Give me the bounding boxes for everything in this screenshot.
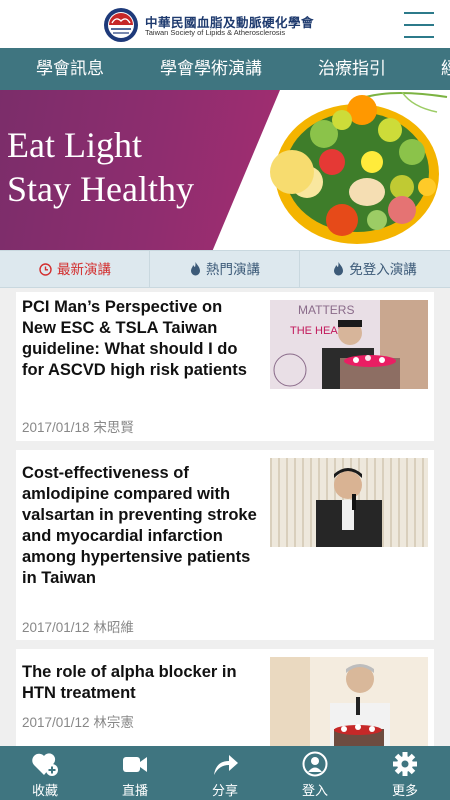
nav-item-news[interactable]: 學會訊息 — [36, 48, 104, 90]
article-thumbnail: MATTERS THE HEART — [270, 300, 428, 389]
article-card[interactable]: The role of alpha blocker in HTN treatme… — [16, 649, 434, 746]
bottom-tab-label: 收藏 — [31, 783, 58, 798]
bottom-tab-login[interactable]: 登入 — [270, 746, 360, 800]
nav-item-more[interactable]: 經 — [441, 48, 450, 90]
tab-latest-label: 最新演講 — [57, 262, 111, 277]
nav-item-guidelines[interactable]: 治療指引 — [318, 48, 386, 90]
flame-icon — [334, 262, 344, 276]
nav-item-lectures[interactable]: 學會學術演講 — [160, 48, 262, 90]
tab-free-access[interactable]: 免登入演講 — [300, 251, 450, 288]
tab-popular[interactable]: 熱門演講 — [150, 251, 300, 288]
bottom-tab-label: 分享 — [211, 783, 238, 798]
share-arrow-icon — [214, 755, 238, 775]
bottom-tab-bar: 收藏 直播 分享 登入 更多 — [0, 746, 450, 800]
user-icon — [302, 751, 328, 777]
article-card[interactable]: Cost-effectiveness of amlodipine compare… — [16, 450, 434, 640]
article-meta: 2017/01/12 林宗憲 — [22, 715, 134, 730]
article-title: PCI Man’s Perspective on New ESC & TSLA … — [22, 298, 247, 379]
article-card[interactable]: PCI Man’s Perspective on New ESC & TSLA … — [16, 292, 434, 441]
main-nav: 學會訊息 學會學術演講 治療指引 經 — [0, 48, 450, 90]
hamburger-menu-button[interactable] — [404, 12, 434, 38]
tab-popular-label: 熱門演講 — [206, 262, 260, 277]
bottom-tab-label: 直播 — [121, 783, 148, 798]
bottom-tab-favorites[interactable]: 收藏 — [0, 746, 90, 800]
gear-icon — [393, 752, 417, 776]
article-title: The role of alpha blocker in HTN treatme… — [22, 663, 237, 702]
article-thumbnail — [270, 657, 428, 746]
article-meta: 2017/01/12 林昭維 — [22, 620, 134, 635]
bottom-tab-share[interactable]: 分享 — [180, 746, 270, 800]
flame-icon — [191, 262, 200, 276]
article-meta: 2017/01/18 宋思賢 — [22, 420, 134, 435]
society-logo — [104, 8, 138, 42]
hamburger-icon — [404, 12, 434, 14]
org-name-en: Taiwan Society of Lipids & Atheroscleros… — [145, 28, 286, 37]
video-camera-icon — [123, 757, 147, 772]
banner-line-2: Stay Healthy — [7, 169, 194, 209]
tab-latest[interactable]: 最新演講 — [0, 251, 150, 288]
article-thumbnail — [270, 458, 428, 547]
lecture-tabs: 最新演講 熱門演講 免登入演講 — [0, 250, 450, 288]
clock-icon — [39, 263, 52, 276]
bottom-tab-live[interactable]: 直播 — [90, 746, 180, 800]
bottom-tab-label: 更多 — [391, 783, 418, 798]
article-title: Cost-effectiveness of amlodipine compare… — [22, 464, 257, 587]
thumb-text-1: MATTERS — [298, 303, 354, 317]
bottom-tab-more[interactable]: 更多 — [360, 746, 450, 800]
top-header: 中華民國血脂及動脈硬化學會 Taiwan Society of Lipids &… — [0, 0, 450, 48]
heart-plus-icon — [32, 753, 58, 776]
banner-line-1: Eat Light — [7, 125, 142, 165]
tab-free-access-label: 免登入演講 — [349, 262, 417, 277]
hero-banner: Eat Light Stay Healthy — [0, 90, 450, 250]
vegetable-bowl-image — [270, 92, 448, 244]
bottom-tab-label: 登入 — [301, 783, 328, 798]
